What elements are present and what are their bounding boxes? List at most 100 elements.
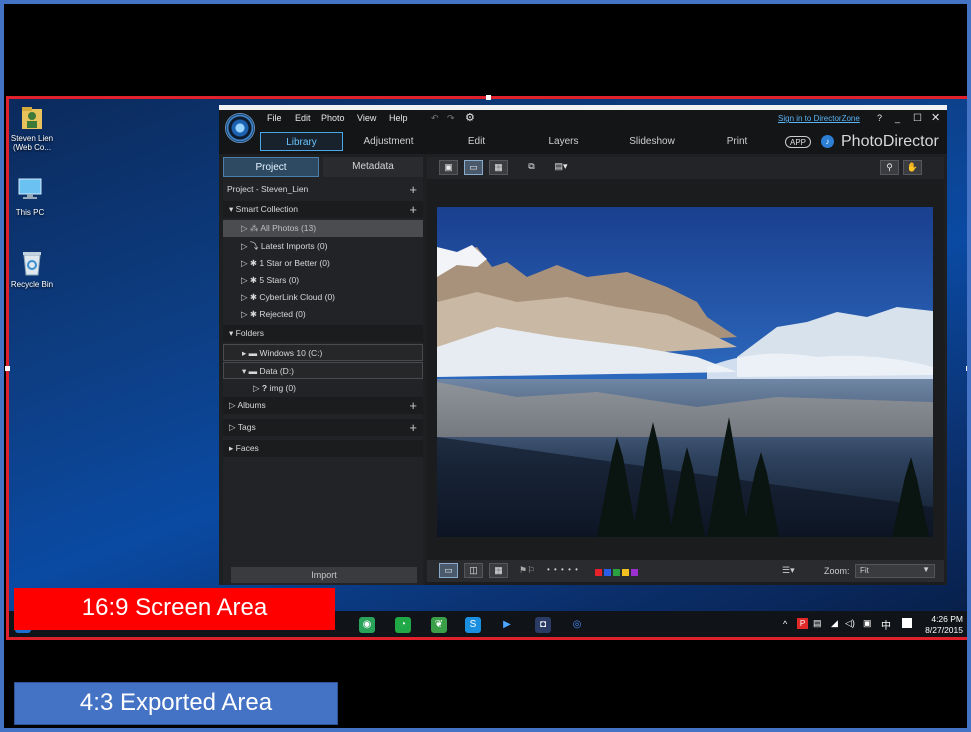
add-collection-icon[interactable]: + bbox=[409, 201, 417, 218]
grid-view-icon[interactable]: ▦ bbox=[489, 160, 508, 175]
menu-view[interactable]: View bbox=[357, 113, 376, 123]
zoom-value: Fit bbox=[860, 566, 869, 575]
smart-collection-header[interactable]: ▾ Smart Collection + bbox=[223, 201, 423, 218]
photodirector-taskbar-icon[interactable]: ◎ bbox=[569, 617, 585, 633]
expand-arrow-icon: ▾ bbox=[229, 328, 233, 338]
menu-photo[interactable]: Photo bbox=[321, 113, 345, 123]
notification-bell-icon[interactable]: ♪ bbox=[821, 135, 834, 148]
folders-header[interactable]: ▾ Folders bbox=[223, 325, 423, 342]
collection-label: 1 Star or Better (0) bbox=[259, 258, 329, 268]
expand-arrow-icon: ▸ bbox=[229, 443, 233, 453]
project-label: Project - Steven_Lien bbox=[227, 184, 308, 194]
grid-layout-icon[interactable]: ▦ bbox=[489, 563, 508, 578]
app-green-icon[interactable]: ◉ bbox=[359, 617, 375, 633]
resize-handle[interactable] bbox=[486, 95, 491, 100]
collection-item[interactable]: ▷ ✱ CyberLink Cloud (0) bbox=[223, 289, 423, 306]
tab-print[interactable]: Print bbox=[707, 132, 767, 151]
desktop-icon-label: Steven Lien bbox=[11, 134, 53, 143]
tab-layers[interactable]: Layers bbox=[531, 132, 596, 151]
albums-header[interactable]: ▷ Albums + bbox=[223, 397, 423, 414]
tab-edit[interactable]: Edit bbox=[444, 132, 509, 151]
project-row[interactable]: Project - Steven_Lien + bbox=[223, 181, 423, 198]
zoom-search-icon[interactable]: ⚲ bbox=[880, 160, 899, 175]
desktop-icon-user-folder[interactable]: Steven Lien (Web Co... bbox=[4, 103, 60, 152]
volume-icon[interactable]: ◁) bbox=[845, 618, 855, 629]
compare-view-icon[interactable]: ▣ bbox=[439, 160, 458, 175]
color-label-yellow[interactable] bbox=[622, 569, 629, 576]
desktop-icon-recycle-bin[interactable]: Recycle Bin bbox=[4, 249, 60, 289]
sort-menu-icon[interactable]: ☰▾ bbox=[782, 565, 795, 576]
compare-layout-icon[interactable]: ◫ bbox=[464, 563, 483, 578]
input-language[interactable]: 中 bbox=[881, 617, 891, 632]
color-label-green[interactable] bbox=[613, 569, 620, 576]
minimize-icon[interactable]: _ bbox=[895, 113, 900, 123]
tab-library[interactable]: Library bbox=[260, 132, 343, 151]
add-tag-icon[interactable]: + bbox=[409, 419, 417, 436]
action-center-icon[interactable]: ▣ bbox=[863, 618, 872, 629]
notification-icon[interactable] bbox=[902, 618, 912, 628]
faces-header[interactable]: ▸ Faces bbox=[223, 440, 423, 457]
sign-in-link[interactable]: Sign in to DirectorZone bbox=[778, 114, 860, 123]
collapse-arrow-icon: ▷ bbox=[241, 309, 248, 319]
desktop-icon-label: Recycle Bin bbox=[11, 280, 53, 289]
menu-edit[interactable]: Edit bbox=[295, 113, 311, 123]
desktop-icon-label: This PC bbox=[16, 208, 44, 217]
app-badge[interactable]: APP bbox=[785, 136, 811, 148]
maximize-icon[interactable]: ☐ bbox=[913, 113, 922, 124]
collection-label: Latest Imports (0) bbox=[261, 241, 328, 251]
tab-slideshow[interactable]: Slideshow bbox=[617, 132, 687, 151]
redo-icon[interactable]: ↷ bbox=[447, 113, 455, 124]
chevron-up-icon[interactable]: ^ bbox=[783, 619, 787, 629]
smart-collection-icon: ✱ bbox=[250, 258, 257, 268]
tab-project[interactable]: Project bbox=[223, 157, 319, 177]
security-tray-icon[interactable]: Ｐ bbox=[797, 618, 808, 629]
tab-metadata[interactable]: Metadata bbox=[323, 157, 423, 177]
color-label-red[interactable] bbox=[595, 569, 602, 576]
rating-stars[interactable]: • • • • • bbox=[547, 565, 579, 574]
help-button[interactable]: ? bbox=[877, 113, 882, 123]
folder-item[interactable]: ▸ ▬ Windows 10 (C:) bbox=[223, 344, 423, 361]
desktop-icon-this-pc[interactable]: This PC bbox=[2, 177, 58, 217]
flag-icon[interactable]: ⚑⚐ bbox=[519, 565, 535, 576]
wifi-tray-icon[interactable]: ◢ bbox=[831, 618, 838, 629]
resize-handle[interactable] bbox=[966, 366, 971, 371]
recycle-bin-icon bbox=[18, 249, 46, 277]
color-label-blue[interactable] bbox=[604, 569, 611, 576]
photo-preview[interactable] bbox=[437, 207, 933, 537]
single-layout-icon[interactable]: ▭ bbox=[439, 563, 458, 578]
add-project-icon[interactable]: + bbox=[409, 181, 417, 198]
menu-file[interactable]: File bbox=[267, 113, 282, 123]
collection-item[interactable]: ▷ ✱ 5 Stars (0) bbox=[223, 272, 423, 289]
network-tray-icon[interactable]: ▤ bbox=[813, 618, 822, 629]
pan-hand-icon[interactable]: ✋ bbox=[903, 160, 922, 175]
evernote-icon[interactable]: ❦ bbox=[431, 617, 447, 633]
folder-item[interactable]: ▷ ? img (0) bbox=[223, 380, 423, 397]
media-app-icon[interactable]: ◘ bbox=[535, 617, 551, 633]
skype-icon[interactable]: S bbox=[465, 617, 481, 633]
exported-area-label: 4:3 Exported Area bbox=[14, 682, 338, 725]
collection-item[interactable]: ▷ ✱ Rejected (0) bbox=[223, 306, 423, 323]
collection-item[interactable]: ▷ ⁂ All Photos (13) bbox=[223, 220, 423, 237]
tags-header[interactable]: ▷ Tags + bbox=[223, 419, 423, 436]
single-view-icon[interactable]: ▭ bbox=[464, 160, 483, 175]
line-chat-icon[interactable]: ◔ bbox=[395, 617, 411, 633]
second-monitor-icon[interactable]: ⧉ bbox=[522, 160, 541, 175]
menu-help[interactable]: Help bbox=[389, 113, 408, 123]
add-album-icon[interactable]: + bbox=[409, 397, 417, 414]
tab-adjustment[interactable]: Adjustment bbox=[351, 132, 426, 151]
settings-gear-icon[interactable]: ⚙ bbox=[465, 111, 475, 124]
color-label-purple[interactable] bbox=[631, 569, 638, 576]
video-camera-icon[interactable]: ▶ bbox=[499, 617, 515, 633]
collection-item[interactable]: ▷ ⤵ Latest Imports (0) bbox=[223, 238, 423, 255]
close-icon[interactable]: ✕ bbox=[931, 111, 940, 124]
undo-icon[interactable]: ↶ bbox=[431, 113, 439, 124]
slideshow-preview-icon[interactable]: ▤▾ bbox=[549, 160, 573, 175]
drive-icon: ▬ bbox=[249, 348, 258, 358]
missing-folder-icon: ? bbox=[262, 383, 267, 393]
zoom-select[interactable]: Fit ▼ bbox=[855, 564, 935, 578]
folder-item[interactable]: ▾ ▬ Data (D:) bbox=[223, 362, 423, 379]
resize-handle[interactable] bbox=[5, 366, 10, 371]
system-clock[interactable]: 4:26 PM 8/27/2015 bbox=[925, 614, 963, 636]
collection-item[interactable]: ▷ ✱ 1 Star or Better (0) bbox=[223, 255, 423, 272]
import-button[interactable]: Import bbox=[231, 567, 417, 583]
